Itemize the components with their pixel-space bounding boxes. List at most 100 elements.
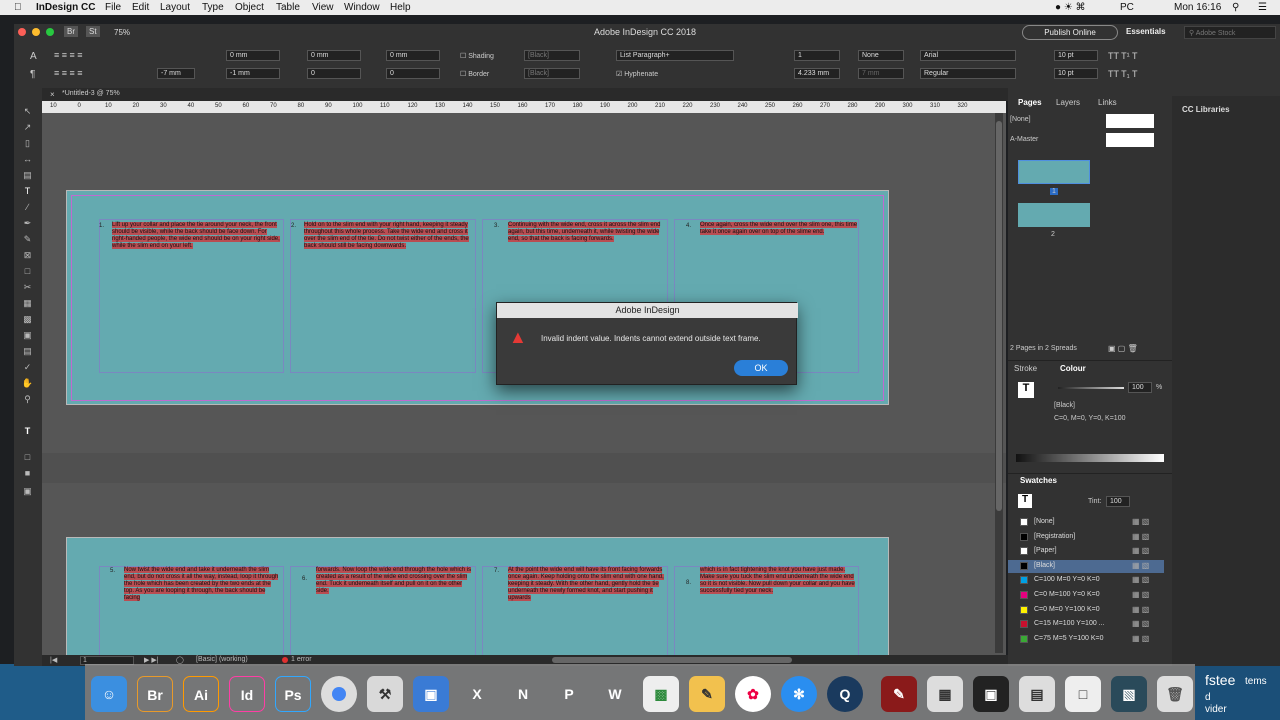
tab-links[interactable]: Links <box>1098 98 1117 107</box>
swatch-row[interactable]: C=15 M=100 Y=100 ... ▦ ▧ <box>1008 618 1164 631</box>
finder-icon[interactable]: ☺ <box>91 676 127 712</box>
columns-field[interactable]: 1 <box>794 50 840 61</box>
ok-button[interactable]: OK <box>734 360 788 376</box>
utility-icon[interactable]: ⚒ <box>367 676 403 712</box>
free-transform-tool-icon[interactable]: ▦ <box>21 298 34 309</box>
drop-cap-chars-field[interactable]: 0 <box>386 68 440 79</box>
list-item-text[interactable]: At the point the wide end will have its … <box>508 567 666 602</box>
close-tab-icon[interactable]: × <box>50 90 55 99</box>
photos-icon[interactable]: ✿ <box>735 676 771 712</box>
spread-2[interactable]: 5. Now twist the wide end and take it un… <box>66 537 889 663</box>
leading-field[interactable]: 10 pt <box>1054 68 1098 79</box>
font-size-field[interactable]: 10 pt <box>1054 50 1098 61</box>
eyedropper-tool-icon[interactable]: ✓ <box>21 362 34 373</box>
rectangle-tool-icon[interactable]: □ <box>21 266 34 277</box>
search-icon[interactable]: ⚲ <box>1232 2 1239 13</box>
swatch-row[interactable]: C=100 M=0 Y=0 K=0 ▦ ▧ <box>1008 574 1164 587</box>
page-2-thumb[interactable] <box>1018 203 1090 227</box>
swatch-fill-icon[interactable]: T <box>1018 494 1032 508</box>
swatch-row[interactable]: [None] ▦ ▧ <box>1008 516 1164 529</box>
gradient-feather-tool-icon[interactable]: ▣ <box>21 330 34 341</box>
page-tool-icon[interactable]: ▯ <box>21 138 34 149</box>
swatch-tint-field[interactable]: 100 <box>1106 496 1130 507</box>
safari-icon[interactable]: ✻ <box>781 676 817 712</box>
shading-color-select[interactable]: [Black] <box>524 50 580 61</box>
bridge-button[interactable]: Br <box>64 26 78 37</box>
menu-edit[interactable]: Edit <box>132 2 149 13</box>
fill-text-icon[interactable]: T <box>1018 382 1034 398</box>
space-after-field[interactable]: 0 mm <box>386 50 440 61</box>
list-item-text[interactable]: Continuing with the wide end, cross it a… <box>508 222 666 243</box>
left-indent-field[interactable]: -7 mm <box>157 68 195 79</box>
trash-icon[interactable]: 🗑 <box>1157 676 1193 712</box>
menu-object[interactable]: Object <box>235 2 264 13</box>
zoom-tool-icon[interactable]: ⚲ <box>21 394 34 405</box>
scrollbar-thumb[interactable] <box>996 121 1002 511</box>
dock-app-bridge[interactable]: Br <box>137 676 173 712</box>
span-columns-select[interactable]: None <box>858 50 904 61</box>
horizontal-scrollbar[interactable] <box>552 657 792 663</box>
list-item-text[interactable]: Hold on to the slim end with your right … <box>304 222 474 250</box>
gradient-tool-icon[interactable]: ▩ <box>21 314 34 325</box>
illustrator-file-icon[interactable]: ▧ <box>1111 676 1147 712</box>
screen-mode-icon[interactable]: ▣ <box>21 486 34 497</box>
error-count[interactable]: 1 error <box>291 656 312 663</box>
justify-buttons[interactable]: ≡ ≡ ≡ ≡ <box>54 68 83 78</box>
span-spacing-field[interactable]: 7 mm <box>858 68 904 79</box>
hyphenate-checkbox[interactable]: ☑ Hyphenate <box>616 70 658 78</box>
formatting-affects-icon[interactable]: □ <box>21 452 34 463</box>
swatch-row[interactable]: C=0 M=0 Y=100 K=0 ▦ ▧ <box>1008 604 1164 617</box>
menubar-clock[interactable]: Mon 16:16 <box>1174 2 1221 13</box>
menu-file[interactable]: File <box>105 2 121 13</box>
preflight-profile[interactable]: [Basic] (working) <box>196 656 248 663</box>
numbers-icon[interactable]: ▩ <box>643 676 679 712</box>
scissors-tool-icon[interactable]: ✂ <box>21 282 34 293</box>
drop-cap-lines-field[interactable]: 0 <box>307 68 361 79</box>
list-item-text[interactable]: forwards. Now loop the wide end through … <box>316 567 474 595</box>
script-buttons[interactable]: TT T₁ T <box>1108 69 1138 79</box>
stock-button[interactable]: St <box>86 26 100 37</box>
menu-type[interactable]: Type <box>202 2 224 13</box>
menu-table[interactable]: Table <box>276 2 300 13</box>
menubar-pc[interactable]: PC <box>1120 2 1134 13</box>
border-color-select[interactable]: [Black] <box>524 68 580 79</box>
content-collector-icon[interactable]: ▤ <box>21 170 34 181</box>
none-master-thumb[interactable] <box>1106 114 1154 128</box>
workspace-switcher[interactable]: Essentials <box>1126 27 1166 36</box>
pdf-document-icon[interactable]: ✎ <box>881 676 917 712</box>
page-actions-icons[interactable]: ▣ ▢ 🗑 <box>1108 344 1138 353</box>
app-menu[interactable]: InDesign CC <box>36 2 95 13</box>
swatches-title[interactable]: Swatches <box>1020 476 1057 485</box>
selection-tool-icon[interactable]: ↖ <box>21 106 34 117</box>
paragraph-mode-icon[interactable]: ¶ <box>30 69 35 80</box>
tab-colour[interactable]: Colour <box>1060 364 1086 373</box>
status-icons[interactable]: ● ☀ ⌘ <box>1055 2 1086 13</box>
gutter-field[interactable]: 4.233 mm <box>794 68 840 79</box>
swatch-row[interactable]: C=75 M=5 Y=100 K=0 ▦ ▧ <box>1008 633 1164 646</box>
apple-icon[interactable]:  <box>14 2 22 13</box>
swatch-row[interactable]: [Black] ▦ ▧ <box>1008 559 1164 573</box>
menu-view[interactable]: View <box>312 2 334 13</box>
dock-app-word[interactable]: W <box>597 676 633 712</box>
screenshot-icon[interactable]: ▣ <box>973 676 1009 712</box>
maximize-window-button[interactable] <box>46 28 54 36</box>
swatch-row[interactable]: C=0 M=100 Y=0 K=0 ▦ ▧ <box>1008 589 1164 602</box>
tint-field[interactable]: 100 <box>1128 382 1152 393</box>
dock-app-excel[interactable]: X <box>459 676 495 712</box>
swatch-row[interactable]: [Registration] ▦ ▧ <box>1008 531 1164 544</box>
none-master[interactable]: [None] <box>1010 116 1031 123</box>
first-page-icon[interactable]: |◀ <box>50 656 57 664</box>
grid-document-icon[interactable]: ▦ <box>927 676 963 712</box>
vertical-scrollbar[interactable] <box>995 113 1003 653</box>
adobe-stock-search[interactable]: ⚲ Adobe Stock <box>1184 26 1276 39</box>
shading-checkbox[interactable]: ☐ Shading <box>460 52 494 60</box>
list-item-text[interactable]: Lift up your collar and place the tie ar… <box>112 222 282 250</box>
close-window-button[interactable] <box>18 28 26 36</box>
dock-app-onenote[interactable]: N <box>505 676 541 712</box>
border-checkbox[interactable]: ☐ Border <box>460 70 489 78</box>
minimize-window-button[interactable] <box>32 28 40 36</box>
menu-help[interactable]: Help <box>390 2 411 13</box>
cc-libraries-tab[interactable]: CC Libraries <box>1182 105 1230 114</box>
tab-layers[interactable]: Layers <box>1056 98 1080 107</box>
tint-slider[interactable] <box>1058 387 1124 389</box>
